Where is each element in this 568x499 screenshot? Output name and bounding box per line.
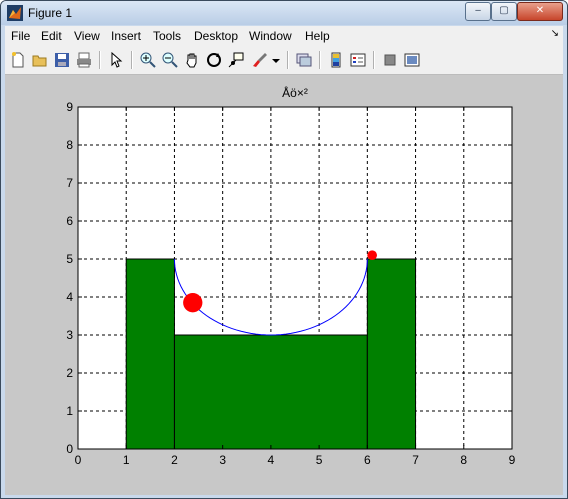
menu-view[interactable]: View — [74, 29, 100, 43]
x-tick-label: 4 — [268, 453, 275, 467]
zoom-in-icon[interactable] — [139, 51, 157, 69]
hide-plot-tools-icon[interactable] — [381, 51, 399, 69]
ball-marker — [367, 250, 377, 261]
menu-insert[interactable]: Insert — [111, 29, 141, 43]
x-tick-label: 1 — [123, 453, 130, 467]
maximize-button[interactable]: ▢ — [491, 2, 517, 21]
ball-marker — [183, 293, 203, 313]
y-tick-label: 2 — [66, 366, 73, 380]
y-tick-label: 8 — [66, 138, 73, 152]
y-tick-label: 1 — [66, 404, 73, 418]
close-button[interactable]: ✕ — [517, 2, 563, 21]
menu-file[interactable]: File — [11, 29, 30, 43]
new-figure-icon[interactable] — [9, 51, 27, 69]
figure-toolbar — [5, 46, 563, 75]
x-tick-label: 5 — [316, 453, 323, 467]
wall-block — [366, 258, 417, 450]
matlab-logo-icon — [7, 5, 23, 21]
y-tick-label: 3 — [66, 328, 73, 342]
wall-block — [125, 258, 175, 450]
save-icon[interactable] — [53, 51, 71, 69]
print-icon[interactable] — [75, 51, 93, 69]
minimize-button[interactable]: ‒ — [465, 2, 491, 21]
toolbar-separator — [319, 51, 321, 69]
menu-bar: File Edit View Insert Tools Desktop Wind… — [5, 26, 563, 46]
edit-plot-arrow-icon[interactable] — [107, 51, 125, 69]
y-tick-label: 5 — [66, 252, 73, 266]
x-tick-label: 7 — [412, 453, 419, 467]
y-tick-label: 4 — [66, 290, 73, 304]
link-plot-icon[interactable] — [295, 51, 313, 69]
show-plot-tools-icon[interactable] — [403, 51, 421, 69]
pan-hand-icon[interactable] — [183, 51, 201, 69]
toolbar-separator — [99, 51, 101, 69]
toolbar-separator — [131, 51, 133, 69]
toolbar-separator — [373, 51, 375, 69]
toolbar-separator — [287, 51, 289, 69]
open-file-icon[interactable] — [31, 51, 49, 69]
y-tick-label: 6 — [66, 214, 73, 228]
rotate-3d-icon[interactable] — [205, 51, 223, 69]
x-tick-label: 9 — [509, 453, 516, 467]
x-tick-label: 8 — [460, 453, 467, 467]
insert-legend-icon[interactable] — [349, 51, 367, 69]
wall-block — [173, 334, 368, 450]
window-title: Figure 1 — [28, 6, 73, 20]
brush-icon[interactable] — [251, 51, 269, 69]
menu-desktop[interactable]: Desktop — [194, 29, 238, 43]
insert-colorbar-icon[interactable] — [327, 51, 345, 69]
menu-help[interactable]: Help — [305, 29, 330, 43]
x-tick-label: 2 — [171, 453, 178, 467]
figure-area: 0 1 2 3 4 5 6 7 8 9 0 1 2 3 4 5 6 7 8 9 Åö×² — [5, 75, 563, 495]
x-tick-label: 3 — [219, 453, 226, 467]
y-tick-label: 7 — [66, 176, 73, 190]
y-tick-label: 0 — [66, 442, 73, 456]
zoom-out-icon[interactable] — [161, 51, 179, 69]
plot-canvas[interactable]: 0 1 2 3 4 5 6 7 8 9 0 1 2 3 4 5 6 7 8 9 Åö×² — [5, 75, 563, 495]
figure-window: Figure 1 ‒ ▢ ✕ File Edit View Insert Too… — [0, 0, 568, 499]
plot-title: Åö×² — [282, 85, 308, 100]
menu-window[interactable]: Window — [249, 29, 292, 43]
menu-edit[interactable]: Edit — [41, 29, 62, 43]
x-tick-label: 0 — [75, 453, 82, 467]
title-bar[interactable]: Figure 1 ‒ ▢ ✕ — [1, 1, 567, 25]
brush-dropdown-icon[interactable] — [271, 51, 281, 69]
data-cursor-icon[interactable] — [227, 51, 245, 69]
x-tick-label: 6 — [364, 453, 371, 467]
dock-arrow-icon[interactable]: ↘ — [551, 28, 559, 39]
menu-tools[interactable]: Tools — [153, 29, 181, 43]
y-tick-label: 9 — [66, 100, 73, 114]
